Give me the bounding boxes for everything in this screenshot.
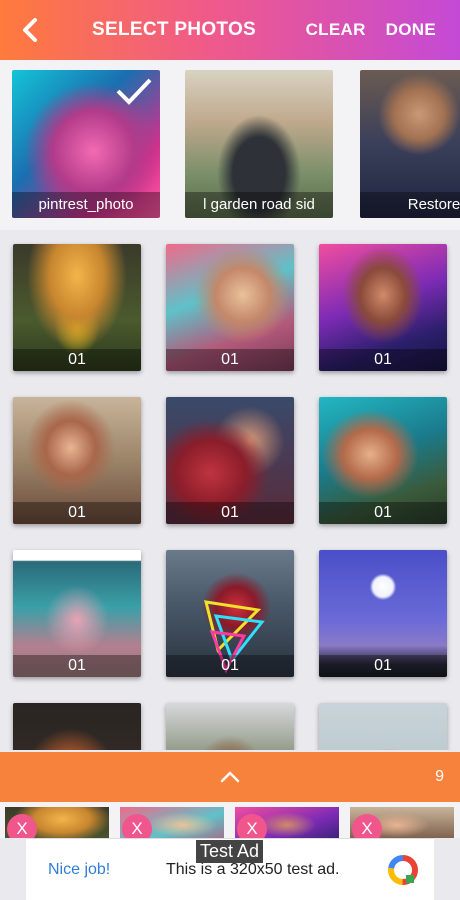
photo-thumbnail xyxy=(166,703,294,750)
selection-count: 01 xyxy=(13,349,141,371)
photo-tile[interactable] xyxy=(13,703,141,750)
remove-button[interactable]: X xyxy=(352,814,382,838)
remove-button[interactable]: X xyxy=(237,814,267,838)
selection-count: 01 xyxy=(166,349,294,371)
album-item[interactable]: l garden road sid xyxy=(185,70,333,218)
selection-count: 01 xyxy=(319,502,447,524)
back-button[interactable] xyxy=(0,0,60,60)
page-title: SELECT PHOTOS xyxy=(92,19,257,40)
app-root: SELECT PHOTOS CLEAR DONE pintrest_photo … xyxy=(0,0,460,900)
clear-button[interactable]: CLEAR xyxy=(306,20,366,40)
selection-count: 01 xyxy=(319,349,447,371)
test-ad-badge: Test Ad xyxy=(196,840,264,863)
header-bar: SELECT PHOTOS CLEAR DONE xyxy=(0,0,460,60)
ad-text: This is a 320x50 test ad. xyxy=(166,861,340,878)
photo-tile[interactable] xyxy=(319,703,447,750)
photo-thumbnail xyxy=(319,703,447,750)
album-label: l garden road sid xyxy=(185,192,333,218)
selected-photos-tray: X X X X xyxy=(0,802,460,838)
photo-tile[interactable]: 01 xyxy=(166,397,294,524)
remove-button[interactable]: X xyxy=(122,814,152,838)
selected-photo[interactable]: X xyxy=(235,807,339,838)
arrow-left-icon xyxy=(23,18,37,42)
selected-photo[interactable]: X xyxy=(120,807,224,838)
remove-button[interactable]: X xyxy=(7,814,37,838)
photo-tile[interactable]: 01 xyxy=(319,550,447,677)
photo-tile[interactable]: 01 xyxy=(13,397,141,524)
selected-photo[interactable]: X xyxy=(5,807,109,838)
selection-count: 01 xyxy=(13,655,141,677)
check-icon xyxy=(116,78,152,105)
photo-tile[interactable] xyxy=(166,703,294,750)
photo-grid: 01 01 01 01 01 01 01 01 01 xyxy=(0,230,460,750)
photo-tile[interactable]: 01 xyxy=(319,244,447,371)
ad-logo-icon xyxy=(388,855,418,885)
photo-tile[interactable]: 01 xyxy=(13,244,141,371)
photo-tile[interactable]: 01 xyxy=(319,397,447,524)
selection-count: 01 xyxy=(166,655,294,677)
selection-count: 01 xyxy=(319,655,447,677)
album-label: pintrest_photo xyxy=(12,192,160,218)
album-item[interactable]: pintrest_photo xyxy=(12,70,160,218)
album-item[interactable]: Restore xyxy=(360,70,460,218)
ad-cta-link[interactable]: Nice job! xyxy=(48,861,110,879)
photo-tile[interactable]: 01 xyxy=(13,550,141,677)
photo-tile[interactable]: 01 xyxy=(166,244,294,371)
selection-count: 01 xyxy=(13,502,141,524)
photo-thumbnail xyxy=(13,703,141,750)
album-label: Restore xyxy=(360,192,460,218)
selection-count: 01 xyxy=(166,502,294,524)
chevron-up-icon xyxy=(220,771,240,783)
selected-photo[interactable]: X xyxy=(350,807,454,838)
done-button[interactable]: DONE xyxy=(386,20,436,40)
photo-tile[interactable]: 01 xyxy=(166,550,294,677)
selected-count: 9 xyxy=(435,768,444,785)
selection-tray-toggle[interactable]: 9 xyxy=(0,752,460,802)
album-strip: pintrest_photo l garden road sid Restore xyxy=(0,60,460,230)
